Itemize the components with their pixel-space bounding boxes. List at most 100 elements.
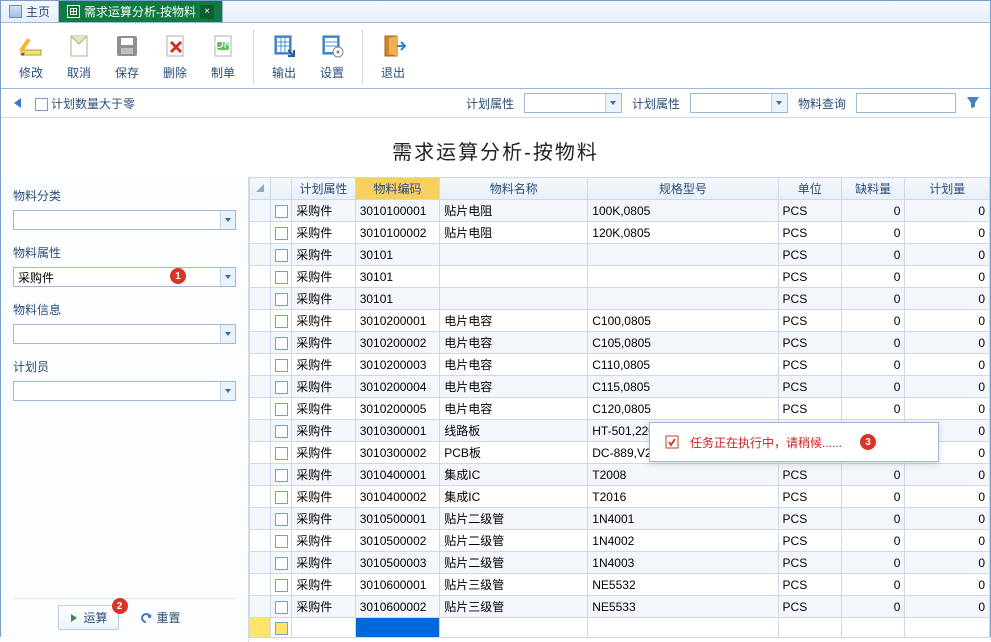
chevron-down-icon[interactable]	[605, 94, 621, 112]
row-checkbox[interactable]	[271, 200, 292, 222]
material-attr-input[interactable]	[14, 268, 220, 286]
plan-qty-checkbox[interactable]: 计划数量大于零	[35, 95, 135, 112]
row-checkbox[interactable]	[271, 288, 292, 310]
row-checkbox[interactable]	[271, 530, 292, 552]
row-checkbox[interactable]	[271, 442, 292, 464]
filter-icon[interactable]	[966, 95, 982, 111]
material-info-combo[interactable]	[13, 324, 236, 344]
chevron-down-icon[interactable]	[220, 382, 235, 400]
row-header[interactable]	[250, 596, 271, 618]
row-header[interactable]	[250, 310, 271, 332]
tab-home[interactable]: 主页	[1, 1, 59, 22]
close-icon[interactable]: ×	[200, 5, 214, 19]
row-checkbox[interactable]	[271, 310, 292, 332]
col-spec[interactable]: 规格型号	[588, 178, 778, 200]
chevron-down-icon[interactable]	[220, 211, 235, 229]
table-row[interactable]: 采购件3010400001集成ICT2008PCS00	[250, 464, 990, 486]
row-header[interactable]	[250, 574, 271, 596]
row-header[interactable]	[250, 376, 271, 398]
col-checkbox[interactable]	[271, 178, 292, 200]
row-checkbox[interactable]	[271, 552, 292, 574]
compute-button[interactable]: 运算 2	[58, 605, 118, 630]
row-header[interactable]	[250, 552, 271, 574]
row-checkbox[interactable]	[271, 376, 292, 398]
col-plan-qty[interactable]: 计划量	[905, 178, 990, 200]
tab-current[interactable]: 需求运算分析-按物料 ×	[59, 1, 223, 22]
row-header[interactable]	[250, 222, 271, 244]
col-code[interactable]: 物料编码	[355, 178, 440, 200]
table-row[interactable]: 采购件3010200004电片电容C115,0805PCS00	[250, 376, 990, 398]
row-header[interactable]	[250, 420, 271, 442]
table-row[interactable]: 采购件3010200001电片电容C100,0805PCS00	[250, 310, 990, 332]
material-attr-combo[interactable]	[13, 267, 236, 287]
make-button[interactable]: OK 制单	[199, 27, 247, 86]
row-checkbox[interactable]	[271, 420, 292, 442]
col-plan-attr[interactable]: 计划属性	[292, 178, 355, 200]
table-row[interactable]: 采购件30101PCS00	[250, 244, 990, 266]
modify-button[interactable]: 修改	[7, 27, 55, 86]
corner-cell[interactable]	[250, 178, 271, 200]
cancel-button[interactable]: 取消	[55, 27, 103, 86]
row-header[interactable]	[250, 464, 271, 486]
row-checkbox[interactable]	[271, 354, 292, 376]
chevron-down-icon[interactable]	[771, 94, 787, 112]
material-category-combo[interactable]	[13, 210, 236, 230]
table-row[interactable]: 采购件30101PCS00	[250, 266, 990, 288]
table-row[interactable]: 采购件3010600002贴片三级管NE5533PCS00	[250, 596, 990, 618]
row-header[interactable]	[250, 288, 271, 310]
table-row[interactable]: 采购件3010500003贴片二级管1N4003PCS00	[250, 552, 990, 574]
plan-attr-input[interactable]	[525, 94, 605, 112]
table-row[interactable]: 采购件3010600001贴片三级管NE5532PCS00	[250, 574, 990, 596]
row-checkbox[interactable]	[271, 332, 292, 354]
table-row[interactable]: 采购件3010500001贴片二级管1N4001PCS00	[250, 508, 990, 530]
reset-button[interactable]: 重置	[129, 606, 191, 629]
exit-button[interactable]: 退出	[369, 27, 417, 86]
row-checkbox[interactable]	[271, 508, 292, 530]
settings-button[interactable]: 设置	[308, 27, 356, 86]
export-button[interactable]: 输出	[260, 27, 308, 86]
row-header[interactable]	[250, 200, 271, 222]
planner-combo[interactable]	[13, 381, 236, 401]
table-row[interactable]: 采购件3010100001贴片电阻100K,0805PCS00	[250, 200, 990, 222]
plan-attr2-input[interactable]	[691, 94, 771, 112]
row-header[interactable]	[250, 530, 271, 552]
save-button[interactable]: 保存	[103, 27, 151, 86]
row-checkbox[interactable]	[271, 222, 292, 244]
row-checkbox[interactable]	[271, 596, 292, 618]
chevron-down-icon[interactable]	[220, 268, 235, 286]
row-checkbox[interactable]	[271, 244, 292, 266]
table-row[interactable]: 采购件3010200002电片电容C105,0805PCS00	[250, 332, 990, 354]
row-header[interactable]	[250, 332, 271, 354]
table-row[interactable]: 采购件3010400002集成ICT2016PCS00	[250, 486, 990, 508]
table-row[interactable]: 采购件3010500002贴片二级管1N4002PCS00	[250, 530, 990, 552]
row-checkbox[interactable]	[271, 266, 292, 288]
delete-button[interactable]: 删除	[151, 27, 199, 86]
plan-attr2-combo[interactable]	[690, 93, 788, 113]
plan-attr-combo[interactable]	[524, 93, 622, 113]
planner-input[interactable]	[14, 382, 220, 400]
row-checkbox[interactable]	[271, 464, 292, 486]
material-info-input[interactable]	[14, 325, 220, 343]
row-header[interactable]	[250, 244, 271, 266]
row-header[interactable]	[250, 398, 271, 420]
table-row[interactable]: 采购件3010200005电片电容C120,0805PCS00	[250, 398, 990, 420]
table-row[interactable]: 采购件3010200003电片电容C110,0805PCS00	[250, 354, 990, 376]
row-checkbox[interactable]	[271, 486, 292, 508]
table-row[interactable]: 采购件3010100002贴片电阻120K,0805PCS00	[250, 222, 990, 244]
nav-first-icon[interactable]	[9, 95, 25, 111]
row-header[interactable]	[250, 508, 271, 530]
material-query-input[interactable]	[856, 93, 956, 113]
col-shortage[interactable]: 缺料量	[841, 178, 904, 200]
row-header[interactable]	[250, 442, 271, 464]
col-name[interactable]: 物料名称	[440, 178, 588, 200]
row-checkbox[interactable]	[271, 574, 292, 596]
table-row[interactable]: 采购件30101PCS00	[250, 288, 990, 310]
row-header[interactable]	[250, 266, 271, 288]
col-unit[interactable]: 单位	[778, 178, 841, 200]
material-category-input[interactable]	[14, 211, 220, 229]
active-row[interactable]	[250, 618, 990, 638]
chevron-down-icon[interactable]	[220, 325, 235, 343]
row-header[interactable]	[250, 354, 271, 376]
row-header[interactable]	[250, 486, 271, 508]
row-checkbox[interactable]	[271, 398, 292, 420]
